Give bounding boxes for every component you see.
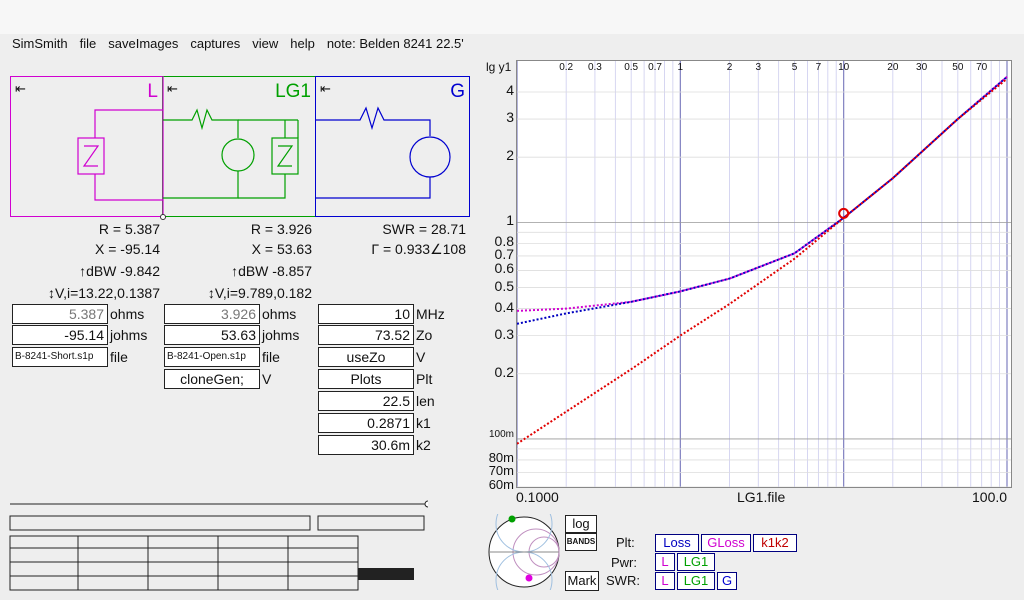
y-axis-title: lg y1 (486, 60, 512, 74)
x-tick-label: 50 (952, 62, 964, 73)
G-zo-unit: Zo (416, 327, 433, 343)
G-v-unit: V (416, 349, 426, 365)
pwr-label: Pwr: (611, 555, 637, 570)
impedance-z-icon (77, 109, 163, 201)
L-resistance: R = 5.387 (98, 221, 160, 237)
LG1-johms-unit: johms (262, 327, 300, 343)
L-ohms-unit: ohms (110, 306, 145, 322)
G-plt-field[interactable]: Plots (318, 369, 414, 389)
x-tick-label: 0.3 (588, 62, 602, 73)
mark-button[interactable]: Mark (565, 571, 599, 591)
series-line-1 (517, 76, 1008, 325)
G-len-field[interactable]: 22.5 (318, 391, 414, 411)
LG1-file-field[interactable]: B-8241-Open.s1p (164, 347, 260, 367)
x-tick-label: 1 (678, 62, 684, 73)
L-dbw: ↑dBW -9.842 (79, 263, 160, 279)
line-resistor-icon (163, 108, 299, 199)
LG1-resistance: R = 3.926 (250, 221, 312, 237)
plot-loss-button[interactable]: Loss (655, 534, 699, 552)
G-zo-field[interactable]: 73.52 (318, 325, 414, 345)
generator-source-icon (316, 106, 451, 199)
x-min-label: 0.1000 (516, 489, 559, 505)
L-file-unit: file (110, 349, 128, 365)
mini-schematic-overview[interactable] (8, 498, 428, 592)
G-swr: SWR = 28.71 (382, 221, 466, 237)
y-tick-label: 3 (506, 109, 514, 126)
y-tick-label: 60m (488, 477, 514, 492)
x-tick-label: 10 (838, 62, 850, 73)
x-tick-label: 2 (727, 62, 733, 73)
x-max-label: 100.0 (972, 489, 1008, 505)
L-johms-unit: johms (110, 327, 148, 343)
x-tick-label: 30 (916, 62, 928, 73)
plt-label: Plt: (616, 535, 635, 550)
bands-button[interactable]: BANDS (565, 533, 597, 551)
swr-LG1-toggle[interactable]: LG1 (677, 572, 715, 590)
swr-label: SWR: (606, 573, 640, 588)
plot-svg: 0.2 0.3 0.5 0.7 1 2 3 5 7 10 20 30 50 70 (517, 61, 1011, 487)
L-vi: ↕V,i=13.22,0.1387 (48, 285, 160, 301)
x-tick-label: 20 (887, 62, 899, 73)
y-tick-label: 0.6 (494, 260, 514, 277)
L-reactance: X = -95.14 (95, 241, 160, 257)
log-button[interactable]: log (565, 515, 597, 533)
y-tick-label: 0.2 (494, 363, 514, 380)
L-johms-field[interactable]: -95.14 (12, 325, 108, 345)
x-axis-title: LG1.file (737, 489, 786, 505)
swr-L-toggle[interactable]: L (655, 572, 675, 590)
plot-gloss-button[interactable]: GLoss (701, 534, 751, 552)
x-tick-label: 0.5 (624, 62, 638, 73)
G-k2-field[interactable]: 30.6m (318, 435, 414, 455)
LG1-clone-unit: V (262, 371, 272, 387)
G-k1-field[interactable]: 0.2871 (318, 413, 414, 433)
G-len-unit: len (416, 393, 435, 409)
x-tick-label: 5 (792, 62, 798, 73)
LG1-clone-field[interactable]: cloneGen; (164, 369, 260, 389)
pwr-L-toggle[interactable]: L (655, 553, 675, 571)
pwr-LG1-toggle[interactable]: LG1 (677, 553, 715, 571)
G-plt-unit: Plt (416, 371, 433, 387)
x-tick-label: 0.7 (648, 62, 662, 73)
LG1-vi: ↕V,i=9.789,0.182 (207, 285, 312, 301)
y-tick-label: 0.4 (494, 298, 514, 315)
G-k2-unit: k2 (416, 437, 431, 453)
y-tick-label: 0.3 (494, 325, 514, 342)
G-freq-field[interactable]: 10 (318, 304, 414, 324)
y-tick-label: 0.5 (494, 277, 514, 294)
LG1-ohms-unit: ohms (262, 306, 297, 322)
y-tick-label: 4 (506, 81, 514, 98)
LG1-dbw: ↑dBW -8.857 (231, 263, 312, 279)
series-line-2 (517, 78, 1008, 445)
x-tick-label: 0.2 (559, 62, 573, 73)
G-v-field[interactable]: useZo (318, 347, 414, 367)
series-line-0 (517, 76, 1008, 312)
G-k1-unit: k1 (416, 415, 431, 431)
y-tick-label: 70m (488, 462, 514, 478)
plot-k1k2-button[interactable]: k1k2 (753, 534, 797, 552)
schematic-drawing (77, 76, 451, 220)
L-file-field[interactable]: B-8241-Short.s1p (12, 347, 108, 367)
smith-chart-thumbnail[interactable] (486, 514, 562, 590)
x-tick-label: 70 (976, 62, 988, 73)
plot-area[interactable]: 0.2 0.3 0.5 0.7 1 2 3 5 7 10 20 30 50 70 (516, 60, 1012, 488)
x-tick-label: 3 (755, 62, 761, 73)
G-gamma: Γ = 0.933∠108 (371, 241, 466, 257)
x-tick-label: 7 (816, 62, 822, 73)
y-tick-label: 2 (506, 147, 514, 164)
LG1-ohms-field[interactable]: 3.926 (164, 304, 260, 324)
y-tick-label: 100m (488, 428, 514, 440)
LG1-reactance: X = 53.63 (251, 241, 312, 257)
y-tick-label: 1 (506, 212, 514, 229)
G-freq-unit: MHz (416, 306, 445, 322)
LG1-johms-field[interactable]: 53.63 (164, 325, 260, 345)
LG1-file-unit: file (262, 349, 280, 365)
swr-G-toggle[interactable]: G (717, 572, 737, 590)
L-ohms-field[interactable]: 5.387 (12, 304, 108, 324)
